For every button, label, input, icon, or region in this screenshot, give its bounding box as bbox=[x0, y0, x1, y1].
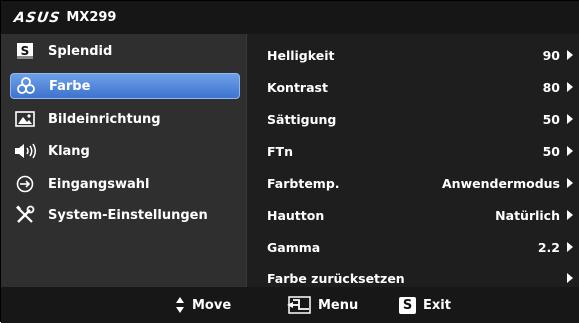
input-icon bbox=[14, 174, 36, 194]
sidebar-item-label: Klang bbox=[48, 143, 90, 159]
sidebar-item-eingangswahl[interactable]: Eingangswahl bbox=[10, 171, 240, 197]
svg-text:S: S bbox=[21, 44, 30, 58]
setting-label: Farbe zurücksetzen bbox=[267, 270, 405, 286]
exit-label: Exit bbox=[423, 297, 451, 313]
setting-row-hautton[interactable]: Hautton Natürlich bbox=[267, 205, 573, 225]
exit-key: S bbox=[399, 296, 416, 314]
setting-label: Farbtemp. bbox=[267, 175, 340, 191]
sidebar-item-label: Bildeinrichtung bbox=[48, 111, 161, 127]
brand-logo: ASUS bbox=[12, 9, 62, 26]
arrow-right-icon bbox=[567, 146, 573, 156]
sidebar-item-klang[interactable]: Klang bbox=[10, 138, 240, 164]
move-label: Move bbox=[192, 297, 232, 313]
setting-label: FTn bbox=[267, 143, 293, 159]
setting-row-helligkeit[interactable]: Helligkeit 90 bbox=[267, 45, 573, 65]
sidebar-item-label: System-Einstellungen bbox=[48, 207, 208, 223]
arrow-right-icon bbox=[567, 178, 573, 188]
enter-key-icon bbox=[285, 296, 311, 314]
splendid-s-icon: S bbox=[14, 41, 36, 61]
setting-label: Hautton bbox=[267, 207, 325, 223]
setting-row-gamma[interactable]: Gamma 2.2 bbox=[267, 237, 573, 257]
sidebar-item-farbe[interactable]: Farbe bbox=[10, 73, 240, 99]
sidebar-item-label: Farbe bbox=[49, 78, 91, 94]
setting-value: Natürlich bbox=[495, 207, 560, 223]
menu-hint[interactable]: Menu bbox=[285, 296, 358, 314]
sidebar-item-label: Eingangswahl bbox=[48, 176, 150, 192]
image-icon bbox=[14, 109, 36, 129]
setting-value: 50 bbox=[542, 111, 560, 127]
setting-row-farbtemp[interactable]: Farbtemp. Anwendermodus bbox=[267, 173, 573, 193]
sidebar-item-label: Splendid bbox=[48, 43, 113, 59]
sidebar-item-system-einstellungen[interactable]: System-Einstellungen bbox=[10, 202, 240, 228]
arrow-right-icon bbox=[567, 273, 573, 283]
sidebar: S Splendid Farbe Bildeinrichtung Klang E… bbox=[1, 34, 246, 287]
color-palette-icon bbox=[15, 76, 37, 96]
sidebar-item-splendid[interactable]: S Splendid bbox=[10, 38, 240, 64]
setting-label: Sättigung bbox=[267, 111, 337, 127]
settings-panel: Helligkeit 90 Kontrast 80 Sättigung 50 F… bbox=[246, 34, 579, 287]
arrow-right-icon bbox=[567, 50, 573, 60]
title-bar: ASUS MX299 bbox=[1, 1, 579, 34]
arrow-right-icon bbox=[567, 114, 573, 124]
setting-label: Gamma bbox=[267, 239, 321, 255]
setting-value: Anwendermodus bbox=[442, 175, 560, 191]
setting-row-ftn[interactable]: FTn 50 bbox=[267, 141, 573, 161]
up-down-arrow-icon bbox=[175, 296, 185, 314]
sidebar-item-bildeinrichtung[interactable]: Bildeinrichtung bbox=[10, 106, 240, 132]
osd-window: ASUS MX299 S Splendid Farbe Bildeinricht… bbox=[0, 0, 579, 323]
setting-value: 2.2 bbox=[537, 239, 560, 255]
setting-label: Kontrast bbox=[267, 79, 328, 95]
splendid-s-icon: S bbox=[399, 296, 416, 314]
setting-row-farbe-zuruecksetzen[interactable]: Farbe zurücksetzen bbox=[267, 268, 573, 288]
footer-bar: Move Menu S Exit bbox=[1, 287, 579, 323]
tools-icon bbox=[14, 205, 36, 225]
arrow-right-icon bbox=[567, 242, 573, 252]
setting-value: 90 bbox=[542, 47, 560, 63]
setting-value: 80 bbox=[542, 79, 560, 95]
setting-value: 50 bbox=[542, 143, 560, 159]
arrow-right-icon bbox=[567, 210, 573, 220]
move-hint[interactable]: Move bbox=[175, 296, 231, 314]
setting-label: Helligkeit bbox=[267, 47, 335, 63]
speaker-icon bbox=[14, 141, 36, 161]
setting-row-saettigung[interactable]: Sättigung 50 bbox=[267, 109, 573, 129]
exit-hint[interactable]: S Exit bbox=[399, 296, 451, 314]
model-name: MX299 bbox=[66, 10, 117, 25]
arrow-right-icon bbox=[567, 82, 573, 92]
menu-label: Menu bbox=[318, 297, 359, 313]
setting-row-kontrast[interactable]: Kontrast 80 bbox=[267, 77, 573, 97]
